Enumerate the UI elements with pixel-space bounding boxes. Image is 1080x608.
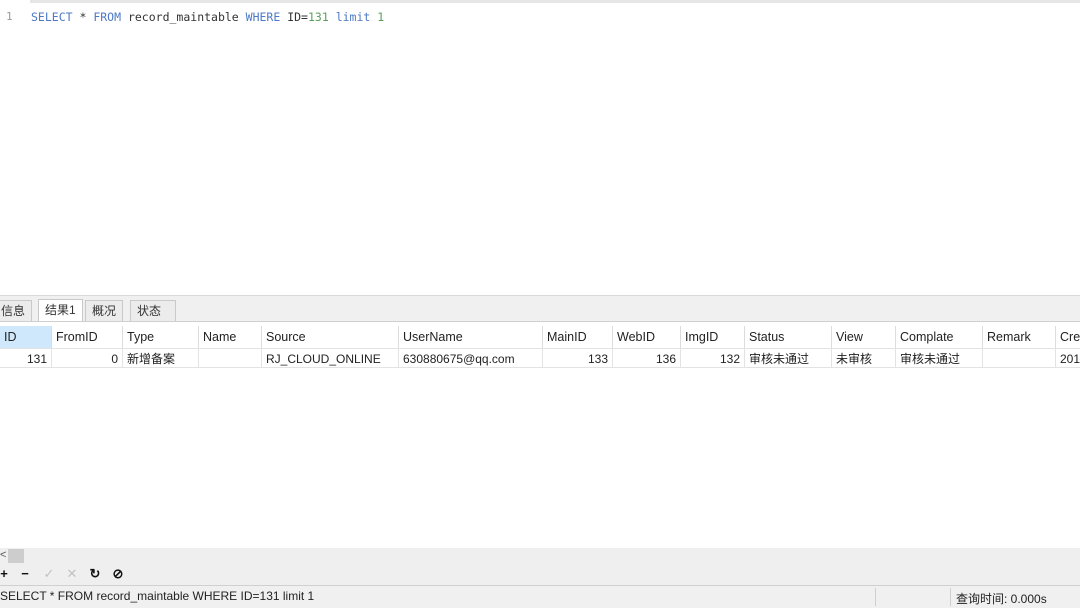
status-query-time: 查询时间: 0.000s <box>956 592 1047 606</box>
table-cell-view[interactable]: 未审核 <box>832 348 896 368</box>
keyword-where: WHERE <box>245 10 281 24</box>
stop-icon[interactable]: ⊘ <box>110 566 126 582</box>
result-grid: ID FromID Type Name Source UserName Main… <box>0 321 1080 549</box>
table-cell-username[interactable]: 630880675@qq.com <box>399 348 543 368</box>
table-cell-name[interactable] <box>199 348 262 368</box>
horizontal-scrollbar[interactable]: < <box>0 548 1080 565</box>
line-number-gutter: 1 <box>0 0 22 295</box>
sql-code-line[interactable]: SELECT * FROM record_maintable WHERE ID=… <box>31 10 384 24</box>
status-bar: SELECT * FROM record_maintable WHERE ID=… <box>0 585 1080 608</box>
column-header-webid[interactable]: WebID <box>613 326 681 348</box>
table-cell-fromid[interactable]: 0 <box>52 348 123 368</box>
column-header-mainid[interactable]: MainID <box>543 326 613 348</box>
add-row-icon[interactable]: + <box>0 566 12 581</box>
line-number: 1 <box>6 10 13 23</box>
table-cell-imgid[interactable]: 132 <box>681 348 745 368</box>
column-header-name[interactable]: Name <box>199 326 262 348</box>
table-cell-remark[interactable] <box>983 348 1056 368</box>
editor-top-border <box>30 0 1080 3</box>
code-id-value: 131 <box>307 10 329 24</box>
apply-changes-icon[interactable]: ✓ <box>41 566 57 582</box>
table-cell-mainid[interactable]: 133 <box>543 348 613 368</box>
sql-editor[interactable]: 1 SELECT * FROM record_maintable WHERE I… <box>0 0 1080 295</box>
code-star: * <box>72 10 94 24</box>
column-header-remark[interactable]: Remark <box>983 326 1056 348</box>
table-cell-webid[interactable]: 136 <box>613 348 681 368</box>
tab-overview[interactable]: 概况 <box>85 300 124 321</box>
column-header-imgid[interactable]: ImgID <box>681 326 745 348</box>
scrollbar-thumb[interactable] <box>8 549 24 563</box>
column-header-complate[interactable]: Complate <box>896 326 983 348</box>
table-cell-create[interactable]: 201 <box>1056 348 1080 368</box>
code-table-name: record_maintable <box>121 10 246 24</box>
keyword-select: SELECT <box>31 10 73 24</box>
keyword-limit: limit <box>335 10 371 24</box>
table-cell-source[interactable]: RJ_CLOUD_ONLINE <box>262 348 399 368</box>
table-cell-complate[interactable]: 审核未通过 <box>896 348 983 368</box>
status-query-text: SELECT * FROM record_maintable WHERE ID=… <box>0 589 315 603</box>
column-header-status[interactable]: Status <box>745 326 832 348</box>
column-header-source[interactable]: Source <box>262 326 399 348</box>
delete-row-icon[interactable]: − <box>17 566 33 581</box>
tab-info[interactable]: 信息 <box>0 300 33 321</box>
status-divider <box>875 588 876 606</box>
discard-changes-icon[interactable]: ✕ <box>64 566 80 582</box>
status-divider-2 <box>950 588 951 606</box>
keyword-from: FROM <box>93 10 122 24</box>
tab-status[interactable]: 状态 <box>130 300 177 321</box>
column-header-username[interactable]: UserName <box>399 326 543 348</box>
grid-toolbar: + − ✓ ✕ ↻ ⊘ <box>0 565 1080 585</box>
code-limit-value: 1 <box>377 10 385 24</box>
column-header-view[interactable]: View <box>832 326 896 348</box>
result-tabs-bar: 信息 结果1 概况 状态 <box>0 295 1080 322</box>
table-cell-id[interactable]: 131 <box>0 348 52 368</box>
refresh-icon[interactable]: ↻ <box>87 566 103 582</box>
column-header-fromid[interactable]: FromID <box>52 326 123 348</box>
scroll-left-icon[interactable]: < <box>0 549 6 561</box>
code-condition: ID= <box>280 10 308 24</box>
column-header-id[interactable]: ID <box>0 326 52 348</box>
tab-result-1[interactable]: 结果1 <box>38 299 83 322</box>
table-cell-status[interactable]: 审核未通过 <box>745 348 832 368</box>
column-header-create[interactable]: Crea <box>1056 326 1080 348</box>
table-cell-type[interactable]: 新增备案 <box>123 348 199 368</box>
column-header-type[interactable]: Type <box>123 326 199 348</box>
